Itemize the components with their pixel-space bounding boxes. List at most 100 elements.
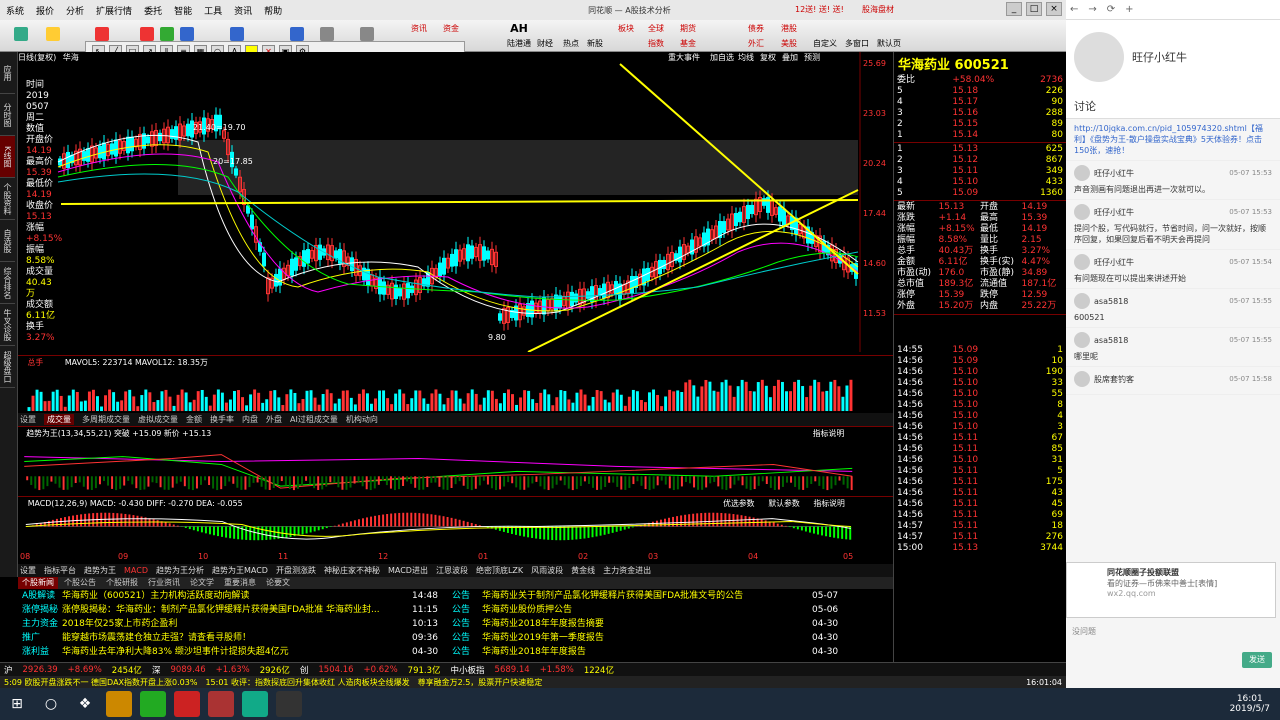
chart-event[interactable]: 预测 [804,52,820,63]
toolbar-button[interactable]: 自定义 [810,37,840,51]
avatar[interactable] [1074,165,1090,181]
news-tab[interactable]: 个股研报 [102,577,142,589]
news-title[interactable]: 华海药业股份质押公告 [482,603,812,617]
buy-row[interactable]: 5 15.09 1360 [894,188,1066,199]
indicator-option[interactable]: 趋势为王分析 [156,565,204,576]
indicator-tab[interactable]: 内盘 [242,414,258,425]
chat-user[interactable]: 旺仔小红牛 [1094,168,1134,179]
promo-text-2[interactable]: 股海盘材 [862,4,894,15]
menu-item[interactable]: 帮助 [258,4,288,17]
sell-icon[interactable] [140,27,154,41]
left-tab[interactable]: K线图 [0,136,15,178]
news-title[interactable]: 能穿越市场震荡建仓独立走强？请查看寻股师！ [62,631,412,645]
send-button[interactable]: 发送 [1242,652,1272,668]
toolbar-button[interactable]: 多窗口 [842,37,872,51]
avatar[interactable] [1074,32,1124,82]
indicator-option[interactable]: MACD进出 [388,565,428,576]
cycle-icon[interactable] [290,27,304,41]
app-icon[interactable] [174,691,200,717]
indicator-option[interactable]: 设置 [20,565,36,576]
news-row[interactable]: A股解读 华海药业（600521）主力机构活跃度动向解读 14:48 公告 华海药业关于… [18,589,893,603]
toolbar-button[interactable]: 默认页 [874,37,904,51]
left-tab[interactable]: 综合排名 [0,262,15,304]
buy-row[interactable]: 2 15.12 867 [894,155,1066,166]
buy-row[interactable]: 3 15.11 349 [894,166,1066,177]
volume-panel[interactable]: 总手 MAVOL5: 223714 MAVOL12: 18.35万 [18,355,893,413]
menu-item[interactable]: 资讯 [228,4,258,17]
news-tab[interactable]: 个股公告 [60,577,100,589]
left-tab[interactable]: 牛叉诊股 [0,304,15,346]
left-tab[interactable]: 超级盘口 [0,346,15,388]
window-icon[interactable] [230,27,244,41]
indicator-tab[interactable]: 多周期成交量 [82,414,130,425]
news-tab[interactable]: 重要消息 [220,577,260,589]
indicator-option[interactable]: 黄金线 [571,565,595,576]
app-icon[interactable] [276,691,302,717]
menu-item[interactable]: 分析 [60,4,90,17]
news-tab[interactable]: 论文学 [186,577,218,589]
left-tab[interactable]: 分时图 [0,94,15,136]
chart-event[interactable]: 复权 [760,52,776,63]
indicator-tab[interactable]: 外盘 [266,414,282,425]
menu-item[interactable]: 智能 [168,4,198,17]
sell-row[interactable]: 1 15.14 80 [894,130,1066,141]
news-title[interactable]: 华海药业关于制剂产品氯化钾缓释片获得美国FDA批准文号的公告 [482,589,812,603]
news-tab[interactable]: 行业资讯 [144,577,184,589]
left-tab[interactable]: 个股资料 [0,178,15,220]
avatar[interactable] [1074,371,1090,387]
home-icon[interactable] [14,27,28,41]
indicator-option[interactable]: 趋势为王 [84,565,116,576]
app-icon[interactable] [140,691,166,717]
toolbar-button[interactable]: 热点 [560,37,582,51]
toolbar-button[interactable]: 外汇 [745,37,767,51]
chart-icon[interactable] [180,27,194,41]
add-icon[interactable]: + [1125,4,1133,15]
sell-row[interactable]: 5 15.18 226 [894,86,1066,97]
indicator-option[interactable]: 主力资金进出 [603,565,651,576]
news-title[interactable]: 华海药业2019年第一季度报告 [482,631,812,645]
news-row[interactable]: 主力资金 2018年仅25家上市药企盈利 10:13 公告 华海药业2018年年度报告摘… [18,617,893,631]
left-tab[interactable]: 自选股 [0,220,15,262]
indicator-tab[interactable]: 金额 [186,414,202,425]
avatar[interactable] [1074,332,1090,348]
toolbar-button[interactable]: 财经 [534,37,556,51]
chart-event[interactable]: 加自选 [710,52,734,63]
toolbar-button[interactable]: 板块 [615,22,637,36]
chart-mode[interactable]: 日线(复权) [18,53,56,62]
toolbar-button[interactable]: 陆港通 [503,37,535,51]
indicator-tab[interactable]: 成交量 [44,414,74,425]
chat-user[interactable]: asa5818 [1094,296,1128,307]
left-tab[interactable]: 应用 [0,52,15,94]
news-title[interactable]: 涨停股揭秘：华海药业：制剂产品氯化钾缓释片获得美国FDA批准 华海药业封... [62,603,412,617]
folder-icon[interactable] [106,691,132,717]
refresh-icon[interactable] [95,27,109,41]
toolbar-button[interactable]: 港股 [778,22,800,36]
news-row[interactable]: 涨利益 华海药业去年净利大降83% 缬沙坦事件计提损失超4亿元 04-30 公告 华海药… [18,645,893,659]
toolbar-button[interactable]: 新股 [584,37,606,51]
news-tab[interactable]: 论要文 [262,577,294,589]
chart-event[interactable]: 叠加 [782,52,798,63]
minimize-icon[interactable]: _ [1006,2,1022,16]
news-title[interactable]: 华海药业去年净利大降83% 缬沙坦事件计提损失超4亿元 [62,645,412,659]
chart-event[interactable]: 重大事件 [668,52,700,63]
chat-user[interactable]: 旺仔小红牛 [1094,207,1134,218]
indicator-tab[interactable]: 换手率 [210,414,234,425]
chart-event[interactable]: 均线 [738,52,754,63]
sell-row[interactable]: 3 15.16 288 [894,108,1066,119]
indicator-tab[interactable]: 机构动向 [346,414,378,425]
search-icon[interactable]: ○ [38,691,64,717]
ticker-news[interactable]: 15:01 收评：指数探底回升集体收红 人造肉板块全线爆发 [205,677,409,688]
chat-user[interactable]: 旺仔小红牛 [1094,257,1134,268]
promo-link[interactable]: http://10jqka.com.cn/pid_105974320.shtml… [1066,119,1280,161]
chat-user[interactable]: 股席套钓客 [1094,374,1134,385]
tool-icon[interactable] [360,27,374,41]
trend-indicator-panel[interactable]: 趋势为王(13,34,55,21) 突破 +15.09 新价 +15.13 指标… [18,426,893,496]
menu-item[interactable]: 报价 [30,4,60,17]
menu-item[interactable]: 扩展行情 [90,4,138,17]
news-title[interactable]: 华海药业2018年年度报告摘要 [482,617,812,631]
wechat-icon[interactable] [242,691,268,717]
macd-panel[interactable]: MACD(12,26,9) MACD: -0.430 DIFF: -0.270 … [18,496,893,552]
ticker-news[interactable]: 5:09 欧股开盘涨跌不一 德国DAX指数开盘上涨0.03% [4,677,197,688]
forward-icon[interactable]: → [1088,4,1096,15]
toolbar-button[interactable]: 期货 [677,22,699,36]
